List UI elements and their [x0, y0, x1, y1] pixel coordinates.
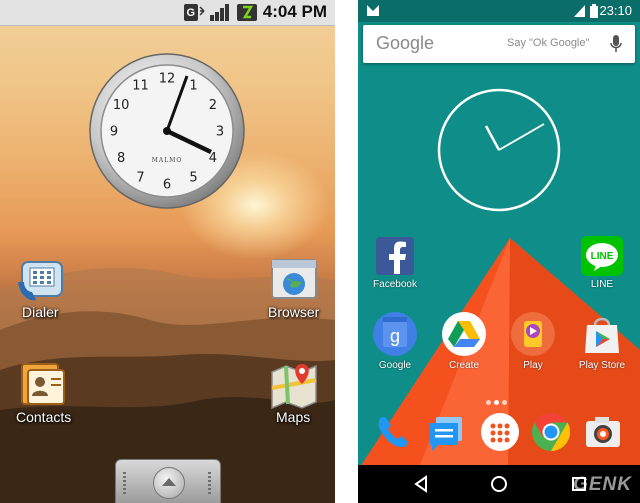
- signal-edge-icon: G: [184, 4, 205, 21]
- battery-icon: [590, 4, 598, 18]
- back-icon[interactable]: [410, 473, 432, 495]
- signal-strength-icon: [210, 4, 229, 21]
- lollipop-home: 23:10 Google Say "Ok Google" Facebook LI…: [358, 0, 640, 503]
- line-icon: LINE: [581, 236, 623, 276]
- app-label-contacts[interactable]: Contacts: [16, 409, 71, 425]
- app-label: Create: [448, 360, 479, 371]
- app-label: LINE: [590, 279, 614, 290]
- maps-icon[interactable]: [266, 356, 322, 412]
- clock-numeral: 6: [163, 178, 171, 193]
- clock-numeral: 1: [189, 79, 197, 94]
- status-bar: G 4:04 PM: [0, 0, 335, 26]
- app-google[interactable]: g Google: [358, 311, 432, 371]
- contacts-icon[interactable]: [14, 356, 70, 412]
- status-time: 23:10: [599, 3, 632, 18]
- dialer-icon[interactable]: [14, 252, 70, 308]
- messaging-icon[interactable]: [426, 411, 468, 453]
- clock-numeral: 11: [132, 79, 149, 94]
- app-create[interactable]: Create: [427, 311, 501, 371]
- signal-strength-icon: [574, 5, 585, 17]
- play-store-icon: [585, 317, 619, 353]
- app-label: Play: [523, 360, 543, 371]
- clock-numeral: 9: [110, 125, 118, 140]
- watermark: GENK: [573, 474, 632, 495]
- handle-grip: [208, 472, 211, 494]
- gmail-notification-icon: [367, 5, 379, 16]
- app-play-store[interactable]: Play Store: [565, 311, 639, 371]
- clock-numeral: 12: [159, 72, 176, 87]
- app-drawer-handle[interactable]: [115, 459, 221, 503]
- svg-text:G: G: [187, 7, 196, 19]
- page-dot: [502, 400, 507, 405]
- svg-text:LINE: LINE: [591, 251, 614, 262]
- clock-numeral: 7: [136, 170, 144, 185]
- phone-icon[interactable]: [372, 411, 414, 453]
- google-icon: g: [373, 312, 417, 356]
- clock-numeral: 2: [209, 98, 217, 113]
- app-label: Google: [378, 360, 412, 371]
- page-indicator: [486, 390, 510, 409]
- app-play[interactable]: Play: [496, 311, 570, 371]
- status-time: 4:04 PM: [262, 2, 327, 21]
- google-search-bar[interactable]: Google Say "Ok Google": [363, 25, 635, 63]
- chrome-icon[interactable]: [530, 411, 572, 453]
- analog-clock-widget[interactable]: [436, 87, 562, 213]
- clock-numeral: 3: [216, 125, 224, 140]
- home-icon[interactable]: [488, 473, 510, 495]
- app-facebook[interactable]: Facebook: [358, 236, 432, 290]
- status-bar: 23:10: [358, 0, 640, 22]
- handle-grip: [123, 472, 126, 494]
- analog-clock-widget[interactable]: 12 1234567891011 MALMO: [88, 52, 246, 210]
- app-label-browser[interactable]: Browser: [268, 304, 319, 320]
- old-android-home: G 4:04 PM 12 1 2 3 4 5 6 7 8 9 10 11 MALMO: [0, 0, 335, 503]
- camera-icon[interactable]: [582, 411, 624, 453]
- clock-brand: MALMO: [152, 157, 183, 164]
- drive-icon: [442, 312, 486, 356]
- clock-numeral: 8: [117, 151, 125, 166]
- app-label-dialer[interactable]: Dialer: [22, 304, 59, 320]
- svg-text:g: g: [390, 326, 400, 346]
- clock-numeral: 5: [189, 170, 197, 185]
- app-drawer-icon[interactable]: [479, 411, 521, 453]
- search-hint: Say "Ok Google": [507, 37, 590, 49]
- chevron-up-icon: [153, 467, 185, 499]
- page-dot: [486, 400, 491, 405]
- browser-icon[interactable]: [266, 252, 322, 308]
- google-logo: Google: [376, 33, 435, 53]
- play-games-icon: [511, 312, 555, 356]
- app-label: Play Store: [578, 360, 626, 371]
- facebook-icon: [376, 237, 414, 275]
- clock-numeral: 10: [113, 98, 130, 113]
- app-line[interactable]: LINE LINE: [565, 236, 639, 290]
- battery-charging-icon: [237, 4, 257, 21]
- page-dot-active: [494, 400, 499, 405]
- microphone-icon[interactable]: [609, 34, 623, 54]
- app-label: Facebook: [373, 279, 417, 290]
- app-label-maps[interactable]: Maps: [276, 409, 310, 425]
